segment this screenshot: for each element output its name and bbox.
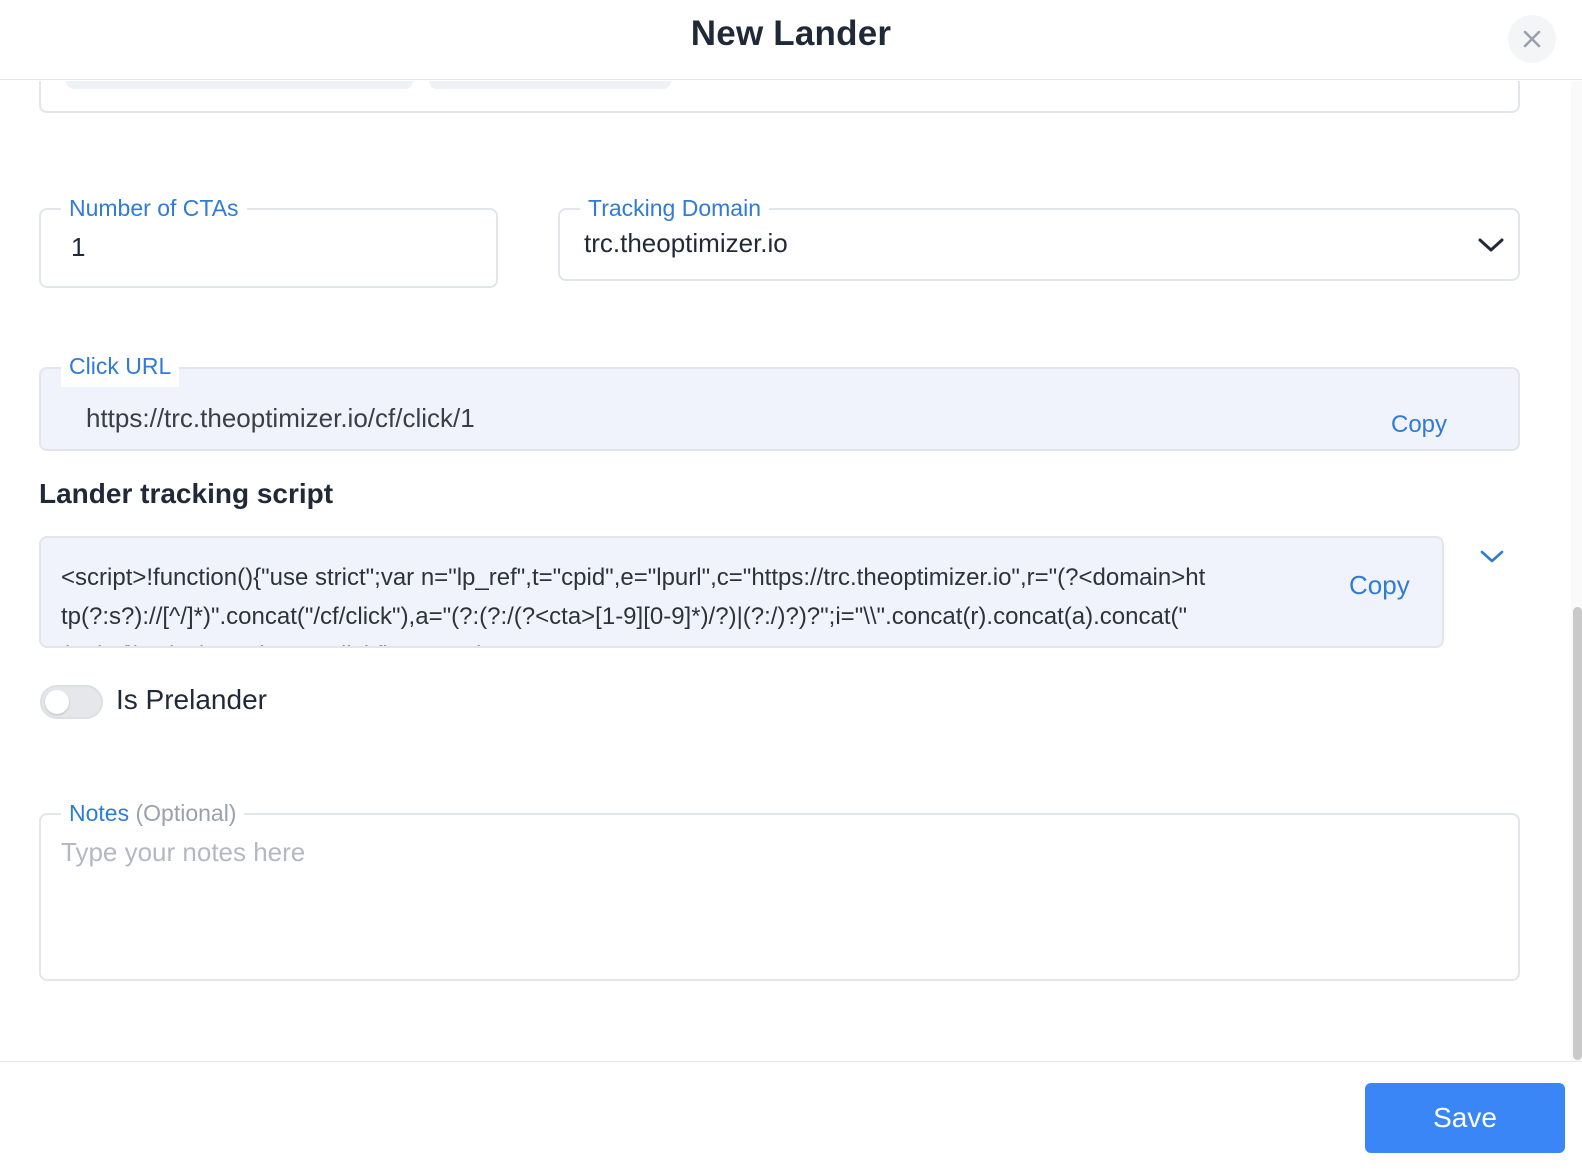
tracking-domain-select[interactable]: Tracking Domain trc.theoptimizer.io xyxy=(558,193,1520,281)
modal-title: New Lander xyxy=(690,14,892,53)
notes-input[interactable] xyxy=(61,837,1491,957)
toggle-knob xyxy=(45,690,69,714)
scrollbar-thumb[interactable] xyxy=(1573,607,1582,1060)
modal-footer: Save xyxy=(0,1061,1582,1170)
notes-label-optional: (Optional) xyxy=(135,800,237,826)
ctas-field[interactable]: Number of CTAs 1 xyxy=(39,193,498,288)
prelander-toggle[interactable] xyxy=(40,685,103,719)
expand-script-icon[interactable] xyxy=(1478,546,1506,568)
chevron-down-icon xyxy=(1478,238,1504,252)
tracking-domain-label: Tracking Domain xyxy=(580,193,769,223)
click-url-field: Click URL https://trc.theoptimizer.io/cf… xyxy=(39,351,1520,451)
copy-click-url-button[interactable]: Copy xyxy=(1391,411,1447,439)
modal-header: New Lander xyxy=(0,0,1582,80)
tracking-script-title: Lander tracking script xyxy=(39,478,334,509)
notes-label-main: Notes xyxy=(69,800,130,826)
close-button[interactable] xyxy=(1508,15,1556,63)
copy-script-button[interactable]: Copy xyxy=(1349,570,1410,601)
click-url-value: https://trc.theoptimizer.io/cf/click/1 xyxy=(86,403,475,433)
close-icon xyxy=(1523,30,1541,48)
modal-body[interactable]: Number of CTAs 1 Tracking Domain trc.the… xyxy=(0,81,1582,1061)
ctas-label: Number of CTAs xyxy=(61,193,247,223)
tracking-script-code: <script>!function(){"use strict";var n="… xyxy=(61,564,1206,646)
notes-field[interactable]: Notes (Optional) xyxy=(39,798,1520,981)
prelander-label: Is Prelander xyxy=(116,684,267,715)
click-url-label: Click URL xyxy=(61,351,180,387)
tracking-script-box: <script>!function(){"use strict";var n="… xyxy=(39,536,1444,648)
previous-field-chip xyxy=(66,81,413,89)
notes-label: Notes (Optional) xyxy=(61,798,245,828)
previous-field-chip xyxy=(429,81,671,89)
save-button[interactable]: Save xyxy=(1365,1083,1565,1153)
tracking-domain-value: trc.theoptimizer.io xyxy=(584,228,788,258)
ctas-input[interactable]: 1 xyxy=(71,232,85,263)
